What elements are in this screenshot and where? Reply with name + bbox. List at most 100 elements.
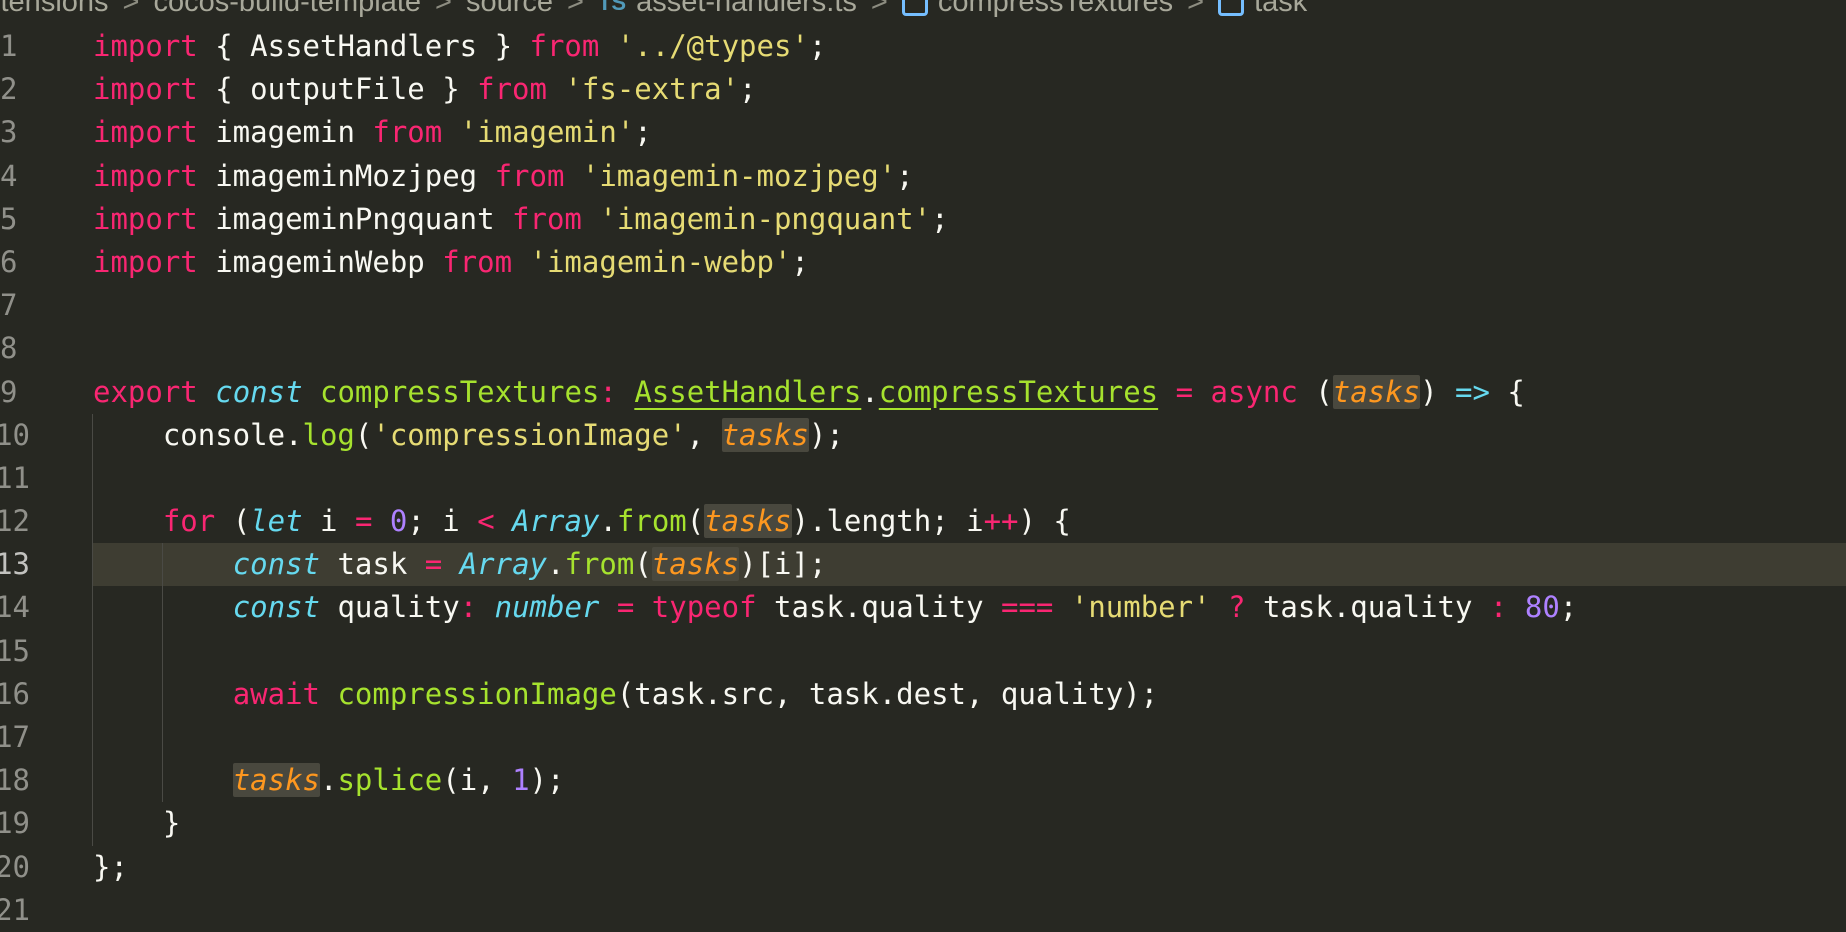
code-token: tasks [232, 763, 320, 798]
line-number: 3 [0, 115, 18, 150]
code-token: imageminWebp [197, 244, 443, 279]
code-token: task.quality [756, 590, 1001, 625]
code-token: import [93, 29, 198, 63]
code-line[interactable]: 18 tasks.splice(i, 1); [0, 759, 1846, 803]
code-line[interactable]: 21 [0, 889, 1846, 932]
line-number: 11 [0, 460, 30, 495]
code-token: = [1175, 374, 1194, 409]
code-token: import [93, 201, 198, 236]
code-token: from [442, 244, 513, 279]
code-text: } [93, 802, 180, 845]
code-line[interactable]: 13 const task = Array.from(tasks)[i]; [0, 543, 1846, 587]
code-token: for [162, 504, 216, 539]
code-line[interactable]: 12 for (let i = 0; i < Array.from(tasks)… [0, 500, 1846, 544]
code-line[interactable]: 2 import { outputFile } from 'fs-extra'; [0, 68, 1846, 111]
code-token: imageminPngquant [197, 201, 513, 236]
code-line[interactable]: 7 [0, 284, 1846, 327]
code-editor[interactable]: 1 import { AssetHandlers } from '../@type… [0, 25, 1846, 932]
code-text: await compressionImage(task.src, task.de… [93, 673, 1158, 716]
code-line[interactable]: 8 [0, 327, 1846, 370]
breadcrumb-item[interactable]: TS asset-handlers.ts [598, 0, 857, 19]
code-line[interactable]: 11 [0, 456, 1846, 501]
code-token: ) [1420, 374, 1455, 409]
code-text: console.log('compressionImage', tasks); [93, 414, 844, 457]
line-number: 1 [0, 29, 18, 63]
code-token: quality [320, 590, 460, 625]
code-token: ) { [1018, 504, 1071, 539]
indent-guide [92, 629, 93, 673]
code-token: AssetHandlers [634, 374, 862, 409]
code-token: = [616, 590, 635, 625]
line-number: 13 [0, 547, 30, 582]
code-token: const [215, 374, 303, 409]
code-token: tasks [651, 547, 740, 582]
code-token: 'compressionImage' [372, 417, 687, 452]
code-token: . [320, 763, 338, 798]
code-text: }; [93, 846, 128, 889]
breadcrumb-separator: > [1187, 0, 1205, 18]
code-text: import imageminMozjpeg from 'imagemin-mo… [93, 155, 914, 198]
code-token: 'imagemin-mozjpeg' [581, 158, 897, 193]
code-token: let [250, 504, 303, 539]
code-token: ( [686, 504, 705, 539]
code-text: export const compressTextures: AssetHand… [93, 371, 1525, 414]
code-line[interactable]: 15 [0, 629, 1846, 673]
code-token: { AssetHandlers } [197, 29, 530, 63]
code-line[interactable]: 16 await compressionImage(task.src, task… [0, 672, 1846, 716]
indent-guide [162, 629, 163, 673]
breadcrumb-item[interactable]: compressTextures [901, 0, 1174, 19]
indent-guide [92, 716, 93, 760]
code-line[interactable]: 19 } [0, 802, 1846, 846]
breadcrumb-item[interactable]: cocos-build-template [153, 0, 421, 19]
code-text: import imagemin from 'imagemin'; [93, 111, 652, 154]
code-text: import { AssetHandlers } from '../@types… [93, 25, 826, 68]
line-number: 2 [0, 72, 18, 107]
code-token: 0 [389, 504, 408, 539]
code-token: ++ [983, 504, 1019, 539]
code-line[interactable]: 17 [0, 716, 1846, 760]
code-token: ; [896, 158, 914, 193]
code-token: from [494, 158, 565, 193]
code-token: ; i [407, 504, 478, 539]
line-number: 17 [0, 720, 30, 754]
line-number: 10 [0, 417, 30, 452]
code-token: from [372, 115, 443, 150]
code-token: = [354, 504, 373, 539]
code-token: await [232, 676, 320, 711]
code-token: from [512, 201, 582, 236]
code-token: imagemin [197, 115, 373, 150]
code-line[interactable]: 6 import imageminWebp from 'imagemin-webp… [0, 241, 1846, 284]
code-line[interactable]: 1 import { AssetHandlers } from '../@type… [0, 25, 1846, 68]
code-line[interactable]: 20}; [0, 846, 1846, 889]
breadcrumb-item[interactable]: source [466, 0, 553, 19]
breadcrumb-label: asset-handlers.ts [636, 0, 857, 18]
breadcrumb: xtensions > cocos-build-template > source > TS… [0, 0, 1846, 22]
code-token: export [93, 374, 198, 409]
code-line[interactable]: 14 const quality: number = typeof task.q… [0, 586, 1846, 630]
line-number: 6 [0, 244, 18, 279]
code-token: from [477, 72, 547, 107]
breadcrumb-item[interactable]: task [1218, 0, 1307, 19]
breadcrumb-item[interactable]: xtensions [0, 0, 109, 19]
indent-guide [92, 456, 93, 501]
code-token: import [93, 244, 198, 279]
code-line[interactable]: 4 import imageminMozjpeg from 'imagemin-m… [0, 155, 1846, 198]
code-line[interactable]: 10 console.log('compressionImage', tasks… [0, 413, 1846, 457]
code-token: : [599, 374, 617, 409]
code-token: import [93, 158, 198, 193]
code-line[interactable]: 5 import imageminPngquant from 'imagemin-… [0, 198, 1846, 241]
code-line[interactable]: 3 import imagemin from 'imagemin'; [0, 111, 1846, 154]
code-line[interactable]: 9 export const compressTextures: AssetHan… [0, 371, 1846, 414]
breadcrumb-label: compressTextures [937, 0, 1174, 18]
code-token: 'imagemin-webp' [529, 244, 792, 279]
code-token: from [564, 547, 635, 582]
